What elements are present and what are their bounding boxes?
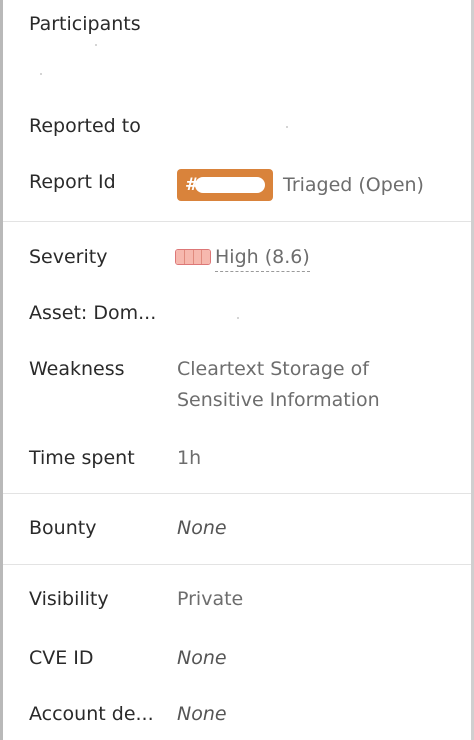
asset-row: Asset: Dom... (29, 298, 469, 328)
redacted-speck (286, 126, 288, 128)
account-details-row: Account de... None (29, 699, 469, 729)
report-id-row: Report Id # Triaged (Open) (29, 167, 469, 203)
weakness-label: Weakness (29, 358, 125, 380)
redacted-speck (237, 317, 239, 319)
participants-label: Participants (29, 13, 141, 35)
time-spent-value: 1h (177, 447, 202, 469)
severity-label: Severity (29, 246, 108, 268)
asset-label: Asset: Dom... (29, 302, 157, 324)
report-id-badge[interactable]: # (177, 169, 273, 201)
account-details-value: None (177, 703, 227, 725)
report-status: Triaged (Open) (283, 174, 424, 196)
divider (3, 564, 471, 565)
visibility-value: Private (177, 588, 244, 610)
cve-id-label: CVE ID (29, 647, 94, 669)
severity-meter (175, 249, 211, 265)
visibility-row: Visibility Private (29, 584, 469, 614)
divider (3, 493, 471, 494)
severity-value: High (8.6) (215, 242, 310, 272)
weakness-row: Weakness Cleartext Storage of Sensitive … (29, 354, 469, 418)
cve-id-value: None (177, 647, 227, 669)
redacted-speck (95, 44, 97, 46)
severity-row: Severity High (8.6) (29, 242, 469, 272)
left-edge (0, 0, 3, 740)
time-spent-label: Time spent (29, 447, 135, 469)
weakness-value[interactable]: Cleartext Storage of Sensitive Informati… (177, 354, 437, 416)
participants-row: Participants (29, 9, 469, 39)
cve-id-row: CVE ID None (29, 643, 469, 673)
redacted-speck (40, 73, 42, 75)
divider (3, 221, 471, 222)
reported-to-row: Reported to (29, 111, 469, 141)
report-id-label: Report Id (29, 171, 116, 193)
bounty-value: None (177, 517, 227, 539)
bounty-label: Bounty (29, 517, 97, 539)
visibility-label: Visibility (29, 588, 109, 610)
redaction-mark (195, 177, 265, 193)
account-details-label: Account de... (29, 703, 154, 725)
reported-to-label: Reported to (29, 115, 141, 137)
time-spent-row: Time spent 1h (29, 443, 469, 473)
bounty-row: Bounty None (29, 513, 469, 543)
